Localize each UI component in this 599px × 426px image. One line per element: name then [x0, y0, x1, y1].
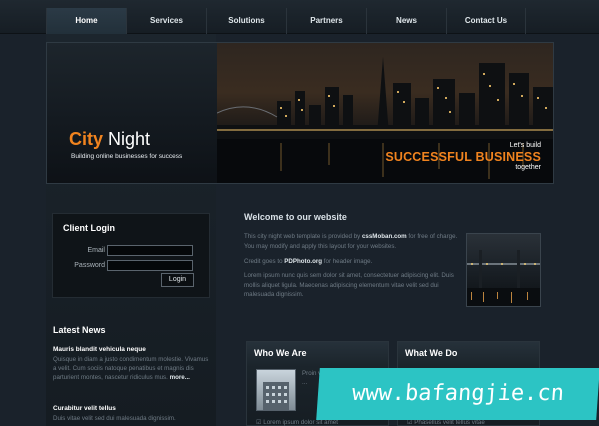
welcome-heading: Welcome to our website: [244, 212, 347, 222]
banner-headline: SUCCESSFUL BUSINESS: [385, 150, 541, 164]
welcome-paragraph-3: Lorem ipsum nunc quis sem dolor sit amet…: [244, 272, 454, 298]
login-title: Client Login: [63, 223, 115, 233]
box-title: What We Do: [405, 348, 458, 358]
banner-line-3: together: [515, 164, 541, 171]
welcome-text: Credit goes to: [244, 258, 285, 265]
email-field[interactable]: [107, 245, 193, 256]
client-login-box: Client Login Email Password Login: [52, 213, 210, 298]
checkmark-icon: ☑: [407, 419, 413, 426]
cssmoban-link[interactable]: cssMoban.com: [362, 233, 407, 240]
news-more-link[interactable]: more...: [170, 374, 190, 381]
password-field[interactable]: [107, 260, 193, 271]
banner-line-1: Let's build: [509, 142, 541, 149]
building-thumbnail: [256, 369, 296, 411]
latest-news-heading: Latest News: [53, 325, 106, 335]
bridge-night-image: [466, 233, 541, 307]
site-logo[interactable]: City Night: [69, 129, 150, 149]
box-bullet-text: Lorem ipsum dolor sit amet: [263, 419, 338, 426]
news-item-body: Duis vitae velit sed dui malesuada digni…: [53, 415, 176, 422]
building-image: [263, 382, 289, 410]
welcome-text: This city night web template is provided…: [244, 233, 362, 240]
welcome-paragraph-1: This city night web template is provided…: [244, 232, 460, 251]
box-title: Who We Are: [254, 348, 307, 358]
welcome-text: for header image.: [322, 258, 373, 265]
nav-contact-us[interactable]: Contact Us: [446, 8, 526, 34]
news-item-title[interactable]: Curabitur velit tellus: [53, 405, 116, 412]
nav-solutions[interactable]: Solutions: [206, 8, 286, 34]
box-bullet-text: Phasellus velit tellus vitae: [414, 419, 485, 426]
box-bullet: ☑ Phasellus velit tellus vitae: [407, 419, 485, 426]
header-left-panel: [47, 43, 217, 183]
box-bullet: ☑ Lorem ipsum dolor sit amet: [256, 419, 338, 426]
logo-word-night: Night: [108, 129, 151, 149]
site-tagline: Building online businesses for success: [71, 153, 183, 160]
bridge-photo: [467, 250, 540, 306]
nav-news[interactable]: News: [366, 8, 446, 34]
main-nav: Home Services Solutions Partners News Co…: [46, 8, 526, 34]
nav-home[interactable]: Home: [46, 8, 126, 34]
site-watermark: www.bafangjie.cn: [316, 368, 599, 420]
top-navigation-bar: Home Services Solutions Partners News Co…: [0, 0, 599, 34]
password-label: Password: [74, 262, 105, 269]
news-item-title[interactable]: Mauris blandit vehicula neque: [53, 346, 146, 353]
checkmark-icon: ☑: [256, 419, 262, 426]
login-button[interactable]: Login: [161, 273, 194, 287]
pdphoto-link[interactable]: PDPhoto.org: [284, 258, 322, 265]
news-item-body: Quisque in diam a justo condimentum mole…: [53, 355, 211, 382]
nav-services[interactable]: Services: [126, 8, 206, 34]
nav-partners[interactable]: Partners: [286, 8, 366, 34]
email-label: Email: [87, 247, 105, 254]
logo-word-city: City: [69, 129, 104, 149]
welcome-paragraph-2: Credit goes to PDPhoto.org for header im…: [244, 257, 460, 267]
header-banner: City Night Building online businesses fo…: [46, 42, 554, 184]
